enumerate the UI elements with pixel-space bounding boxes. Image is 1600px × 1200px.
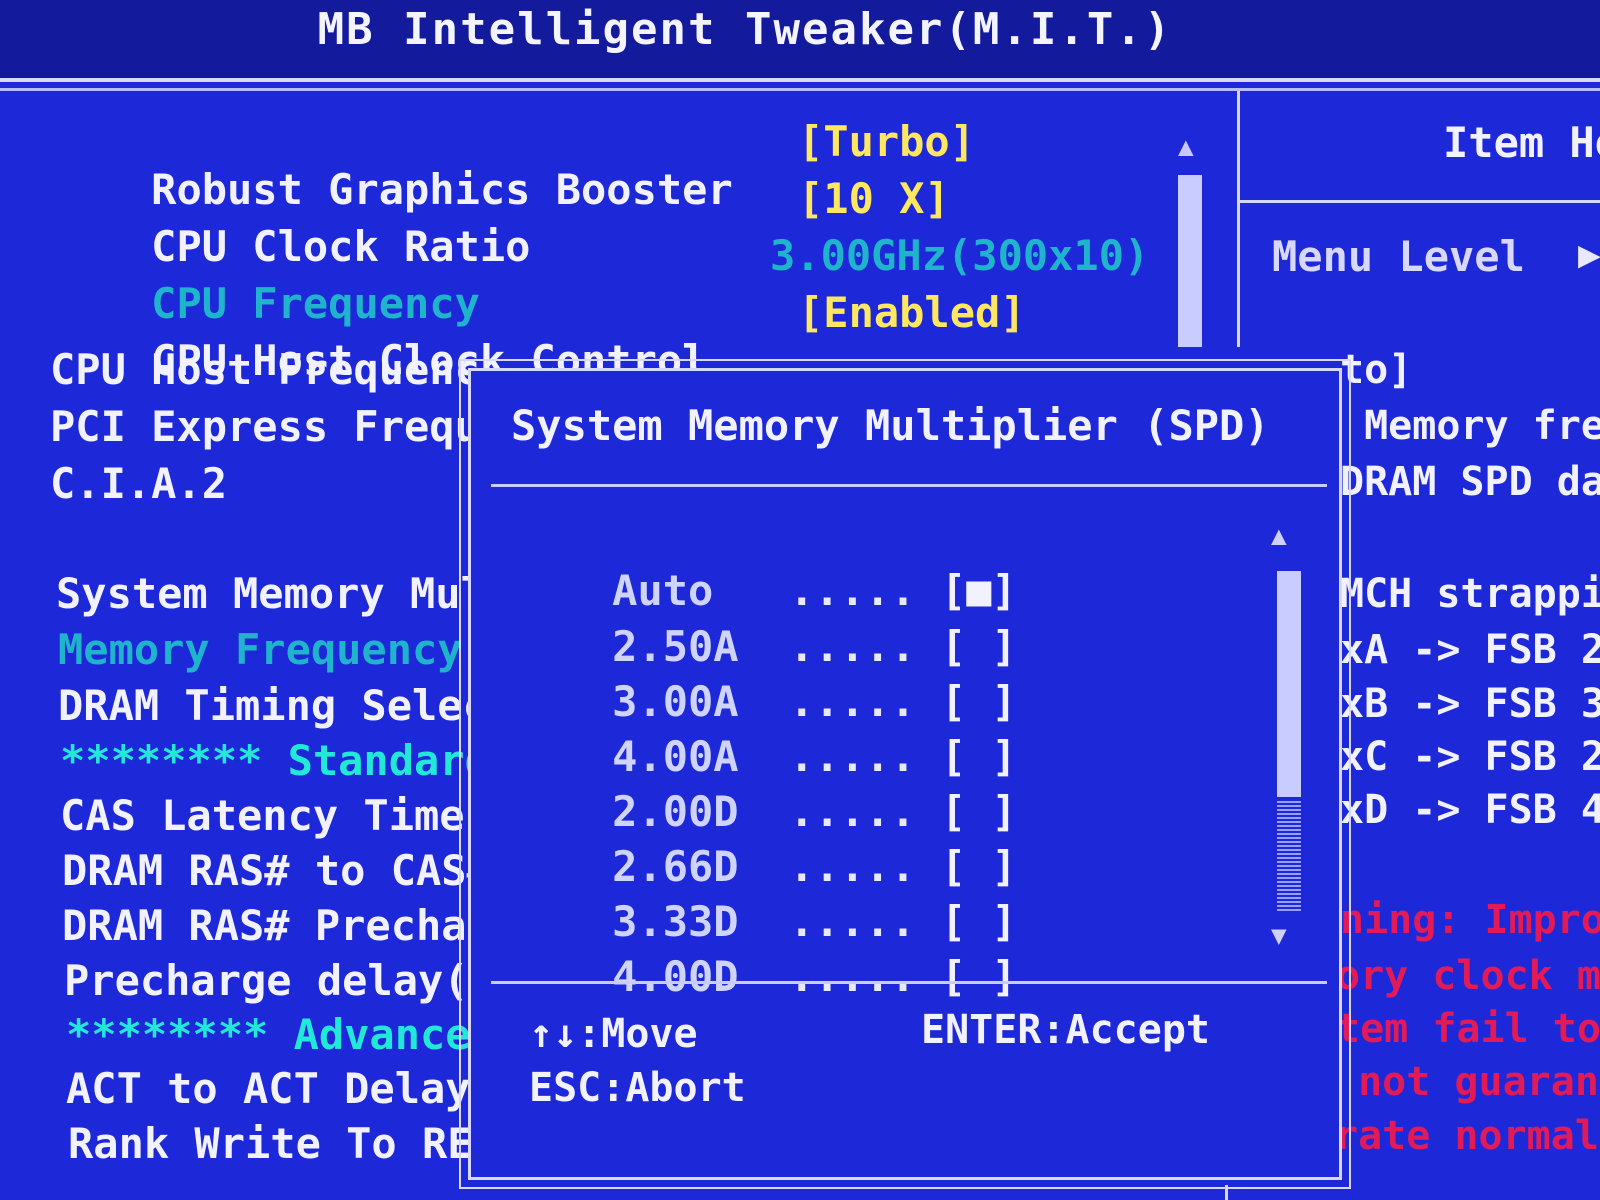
setting-dram-ras-precharge[interactable]: DRAM RAS# Prechar: [62, 902, 492, 950]
setting-cas-latency-time[interactable]: CAS Latency Time: [60, 792, 465, 840]
help-text-line: xC -> FSB 2: [1340, 734, 1600, 780]
help-text-line: MCH strappi: [1340, 571, 1600, 617]
main-scrollbar-thumb[interactable]: [1178, 175, 1202, 347]
help-warning-line: ning: Impro: [1340, 897, 1600, 943]
dialog-title: System Memory Multiplier (SPD): [511, 401, 1270, 450]
section-advanced-timing: ******** Advanced: [66, 1010, 496, 1059]
setting-cpu-host-frequency[interactable]: CPU Host Frequenc: [50, 346, 480, 394]
help-warning-line: tem fail to: [1336, 1006, 1600, 1052]
setting-system-memory-multiplier[interactable]: System Memory Mul: [56, 570, 486, 618]
setting-pci-express-frequency[interactable]: PCI Express Frequ: [50, 403, 480, 451]
help-menu-level: Menu Level: [1272, 232, 1525, 281]
option-dots: .....: [789, 952, 916, 1001]
radio-unselected[interactable]: [ ]: [941, 952, 1017, 1001]
setting-value-cpu-frequency: 3.00GHz(300x10): [770, 231, 1150, 280]
setting-act-to-act-delay[interactable]: ACT to ACT Delay(: [66, 1065, 496, 1113]
window-title: MB Intelligent Tweaker(M.I.T.): [317, 4, 1173, 55]
setting-dram-ras-to-cas[interactable]: DRAM RAS# to CAS#: [62, 847, 492, 895]
help-warning-line: ory clock ma: [1336, 953, 1600, 999]
memory-multiplier-dialog: System Memory Multiplier (SPD) Auto ....…: [459, 359, 1351, 1189]
key-hint-accept: ENTER:Accept: [921, 1007, 1210, 1053]
help-title-divider: [1240, 200, 1600, 203]
dialog-scrollbar-track[interactable]: [1277, 799, 1301, 911]
scroll-down-icon[interactable]: ▼: [1271, 921, 1287, 951]
help-warning-line: rate normal: [1334, 1113, 1599, 1159]
setting-value-cpu-host-clock-control[interactable]: [Enabled]: [798, 289, 1026, 337]
header-divider: [0, 88, 1600, 91]
help-text-line: xD -> FSB 4: [1340, 787, 1600, 833]
setting-value-cpu-clock-ratio[interactable]: [10 X]: [798, 175, 950, 223]
title-bar: MB Intelligent Tweaker(M.I.T.): [0, 0, 1600, 82]
key-hint-move: ↑↓:Move: [529, 1011, 698, 1057]
menu-level-arrow-icon: ▶: [1578, 232, 1600, 276]
help-text-line: Memory fre: [1340, 403, 1600, 449]
help-text-line: xB -> FSB 3: [1340, 681, 1600, 727]
setting-value-robust-graphics-booster[interactable]: [Turbo]: [798, 118, 975, 166]
setting-memory-frequency: Memory Frequency(: [58, 625, 488, 674]
section-standard-timing: ******** Standard: [60, 736, 490, 785]
help-panel-divider: [1237, 91, 1240, 347]
help-text-line: xA -> FSB 2: [1340, 627, 1600, 673]
scroll-up-icon[interactable]: ▲: [1271, 521, 1287, 551]
setting-rank-write-to-read[interactable]: Rank Write To REA: [68, 1120, 498, 1168]
setting-precharge-delay[interactable]: Precharge delay(t: [64, 957, 494, 1005]
option-value: 4.00D: [612, 952, 739, 1001]
setting-dram-timing-selectable[interactable]: DRAM Timing Selec: [58, 682, 488, 730]
scroll-up-icon[interactable]: ▲: [1178, 132, 1194, 162]
key-hint-abort: ESC:Abort: [529, 1065, 746, 1111]
dialog-footer-divider: [491, 981, 1327, 984]
dialog-scrollbar-thumb[interactable]: [1277, 571, 1301, 797]
help-panel-divider-bottom: [1225, 1185, 1228, 1200]
help-text-line: DRAM SPD da: [1340, 459, 1600, 505]
dialog-title-divider: [491, 484, 1327, 487]
setting-cia2[interactable]: C.I.A.2: [50, 460, 227, 508]
help-panel-title: Item He: [1443, 118, 1600, 167]
help-warning-line: not guarant: [1334, 1059, 1600, 1105]
help-text-line: to]: [1340, 347, 1413, 393]
